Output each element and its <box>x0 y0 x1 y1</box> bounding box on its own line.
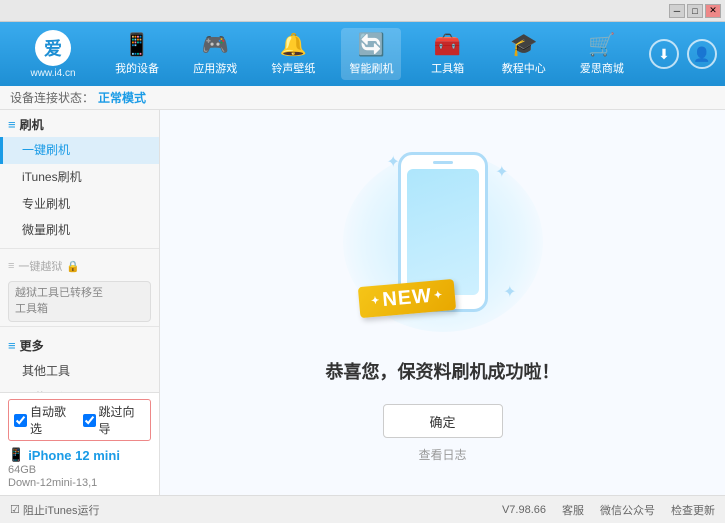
minimize-button[interactable]: ─ <box>669 4 685 18</box>
status-label: 设备连接状态： <box>10 89 94 106</box>
sidebar-bottom: 自动歌选 跳过向导 📱 iPhone 12 mini 64GB Down-12m… <box>0 392 160 495</box>
auto-select-checkbox-label[interactable]: 自动歌选 <box>14 403 77 437</box>
version-label: V7.98.66 <box>502 504 546 516</box>
logo-icon: 爱 <box>35 30 71 66</box>
star-icon-1: ✦ <box>387 152 400 172</box>
ringtone-label: 铃声壁纸 <box>271 60 315 76</box>
my-device-icon: 📱 <box>123 32 150 58</box>
check-update-link[interactable]: 检查更新 <box>671 502 715 518</box>
logo-url: www.i4.cn <box>30 68 75 79</box>
nav-store[interactable]: 🛒 爱思商城 <box>572 28 632 80</box>
success-text: 恭喜您，保资料刷机成功啦！ <box>326 358 560 384</box>
user-button[interactable]: 👤 <box>687 39 717 69</box>
sidebar-item-download-firmware[interactable]: 下载固件 <box>0 385 159 392</box>
nav-ringtone[interactable]: 🔔 铃声壁纸 <box>263 28 323 80</box>
phone-icon: 📱 <box>8 447 24 463</box>
itunes-status-label: 阻止iTunes运行 <box>23 502 100 518</box>
auto-select-label: 自动歌选 <box>30 403 77 437</box>
tutorial-label: 教程中心 <box>502 60 546 76</box>
sidebar: ≡ 刷机 一键刷机 iTunes刷机 专业刷机 微量刷机 ≡ <box>0 110 160 495</box>
status-bar: 设备连接状态： 正常模式 <box>0 86 725 110</box>
nav-app-games[interactable]: 🎮 应用游戏 <box>185 28 245 80</box>
sidebar-item-micro-flash[interactable]: 微量刷机 <box>0 217 159 244</box>
ringtone-icon: 🔔 <box>280 32 307 58</box>
sidebar-divider-1 <box>0 248 159 249</box>
device-firmware: Down-12mini-13,1 <box>8 477 151 489</box>
skip-wizard-checkbox-label[interactable]: 跳过向导 <box>83 403 146 437</box>
store-label: 爱思商城 <box>580 60 624 76</box>
tutorial-icon: 🎓 <box>510 32 537 58</box>
lock-icon: 🔒 <box>66 260 80 273</box>
store-icon: 🛒 <box>588 32 615 58</box>
sidebar-item-one-click-flash[interactable]: 一键刷机 <box>0 137 159 164</box>
skip-wizard-label: 跳过向导 <box>99 403 146 437</box>
footer-right: V7.98.66 客服 微信公众号 检查更新 <box>502 502 715 518</box>
sidebar-item-pro-flash[interactable]: 专业刷机 <box>0 191 159 218</box>
window-controls[interactable]: ─ □ ✕ <box>669 4 721 18</box>
sidebar-section-jailbreak: ≡ 一键越狱 🔒 <box>0 253 159 277</box>
itunes-status[interactable]: ☑ 阻止iTunes运行 <box>10 502 99 518</box>
title-bar: ─ □ ✕ <box>0 0 725 22</box>
sidebar-divider-2 <box>0 326 159 327</box>
sidebar-section-flash[interactable]: ≡ 刷机 <box>0 110 159 137</box>
device-info: 📱 iPhone 12 mini 64GB Down-12mini-13,1 <box>8 447 151 489</box>
phone-screen <box>407 169 479 295</box>
logo-symbol: 爱 <box>44 35 62 61</box>
sidebar-item-itunes-flash[interactable]: iTunes刷机 <box>0 164 159 191</box>
status-value: 正常模式 <box>98 89 146 106</box>
nav-tutorial[interactable]: 🎓 教程中心 <box>494 28 554 80</box>
footer-left: ☑ 阻止iTunes运行 <box>10 502 99 518</box>
phone-speaker <box>433 161 453 164</box>
footer: ☑ 阻止iTunes运行 V7.98.66 客服 微信公众号 检查更新 <box>0 495 725 523</box>
star-icon-2: ✦ <box>495 162 508 182</box>
illustration: NEW ✦ ✦ ✦ <box>333 142 553 342</box>
nav-right-buttons: ⬇ 👤 <box>649 39 717 69</box>
nav-items: 📱 我的设备 🎮 应用游戏 🔔 铃声壁纸 🔄 智能刷机 🧰 工具箱 🎓 <box>98 28 641 80</box>
device-name: 📱 iPhone 12 mini <box>8 447 151 463</box>
top-nav: 爱 www.i4.cn 📱 我的设备 🎮 应用游戏 🔔 铃声壁纸 🔄 智能刷机 <box>0 22 725 86</box>
auto-select-checkbox[interactable] <box>14 414 27 427</box>
toolbox-icon: 🧰 <box>434 32 461 58</box>
jailbreak-note: 越狱工具已转移至工具箱 <box>8 281 151 322</box>
more-section-label: 更多 <box>20 337 44 354</box>
device-storage: 64GB <box>8 464 151 476</box>
nav-my-device[interactable]: 📱 我的设备 <box>107 28 167 80</box>
flash-section-icon: ≡ <box>8 117 16 132</box>
sidebar-item-other-tools[interactable]: 其他工具 <box>0 358 159 385</box>
maximize-button[interactable]: □ <box>687 4 703 18</box>
content-row: ≡ 刷机 一键刷机 iTunes刷机 专业刷机 微量刷机 ≡ <box>0 110 725 495</box>
smart-flash-label: 智能刷机 <box>349 60 393 76</box>
itunes-checkbox[interactable]: ☑ <box>10 503 20 516</box>
download-button[interactable]: ⬇ <box>649 39 679 69</box>
flash-section-label: 刷机 <box>20 116 44 133</box>
nav-smart-flash[interactable]: 🔄 智能刷机 <box>341 28 401 80</box>
app-games-label: 应用游戏 <box>193 60 237 76</box>
main-content: NEW ✦ ✦ ✦ 恭喜您，保资料刷机成功啦！ 确定 查看日志 <box>160 110 725 495</box>
jailbreak-label: 一键越狱 <box>18 258 62 274</box>
more-section-icon: ≡ <box>8 338 16 353</box>
confirm-button[interactable]: 确定 <box>383 404 503 438</box>
my-device-label: 我的设备 <box>115 60 159 76</box>
smart-flash-icon: 🔄 <box>358 32 385 58</box>
close-button[interactable]: ✕ <box>705 4 721 18</box>
support-link[interactable]: 客服 <box>562 502 584 518</box>
wechat-link[interactable]: 微信公众号 <box>600 502 655 518</box>
nav-toolbox[interactable]: 🧰 工具箱 <box>420 28 476 80</box>
sidebar-section-more[interactable]: ≡ 更多 <box>0 331 159 358</box>
skip-wizard-checkbox[interactable] <box>83 414 96 427</box>
app-games-icon: 🎮 <box>202 32 229 58</box>
star-icon-3: ✦ <box>503 282 516 302</box>
view-log-link[interactable]: 查看日志 <box>418 446 466 463</box>
logo-area[interactable]: 爱 www.i4.cn <box>8 30 98 79</box>
sidebar-scroll: ≡ 刷机 一键刷机 iTunes刷机 专业刷机 微量刷机 ≡ <box>0 110 160 392</box>
toolbox-label: 工具箱 <box>431 60 464 76</box>
